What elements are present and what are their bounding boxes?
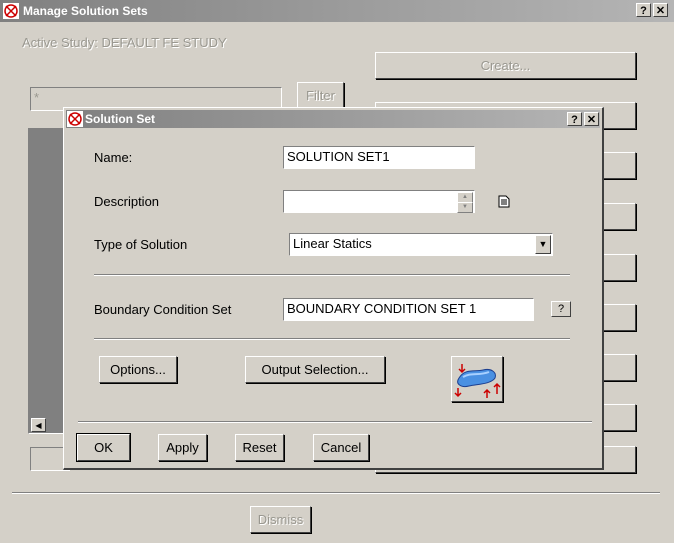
app-icon [3,3,19,19]
reset-button[interactable]: Reset [235,434,284,461]
divider-1 [94,274,570,276]
dialog-titlebar: Solution Set [66,110,600,128]
create-button[interactable]: Create... [375,52,636,79]
app-icon [67,111,83,127]
options-button[interactable]: Options... [99,356,177,383]
cancel-button[interactable]: Cancel [313,434,369,461]
scroll-down-icon[interactable]: ▼ [457,202,473,213]
active-study-label: Active Study: DEFAULT FE STUDY [22,35,227,50]
main-titlebar: Manage Solution Sets [0,0,674,22]
divider-3 [78,421,592,423]
name-field[interactable]: SOLUTION SET1 [283,146,475,169]
main-close-button[interactable]: ✕ [653,3,668,17]
boundary-model-button[interactable] [451,356,503,402]
solution-set-list[interactable] [28,128,68,434]
type-of-solution-label: Type of Solution [94,237,188,252]
boundary-condition-label: Boundary Condition Set [94,302,232,317]
chevron-down-icon[interactable]: ▼ [535,235,551,254]
scroll-left-icon[interactable]: ◀ [31,418,46,432]
ok-button[interactable]: OK [76,433,131,462]
boundary-model-icon [454,364,501,398]
divider-2 [94,338,570,340]
filter-button[interactable]: Filter [297,82,344,108]
name-label: Name: [94,150,133,165]
solution-set-dialog: Solution Set ? ✕ Name: SOLUTION SET1 Des… [63,107,604,470]
dialog-close-button[interactable]: ✕ [584,112,599,126]
description-field[interactable]: ▲ ▼ [283,190,475,213]
document-icon[interactable] [498,195,510,208]
apply-button[interactable]: Apply [158,434,207,461]
dismiss-button[interactable]: Dismiss [250,506,311,533]
main-help-button[interactable]: ? [636,3,651,17]
main-window-title: Manage Solution Sets [23,4,148,18]
output-selection-button[interactable]: Output Selection... [245,356,385,383]
boundary-condition-help-button[interactable]: ? [551,301,571,317]
main-divider [12,492,660,494]
type-of-solution-select[interactable]: Linear Statics ▼ [289,233,553,256]
description-label: Description [94,194,160,209]
boundary-condition-field[interactable]: BOUNDARY CONDITION SET 1 [283,298,534,321]
dialog-title: Solution Set [85,112,155,126]
dialog-help-button[interactable]: ? [567,112,582,126]
